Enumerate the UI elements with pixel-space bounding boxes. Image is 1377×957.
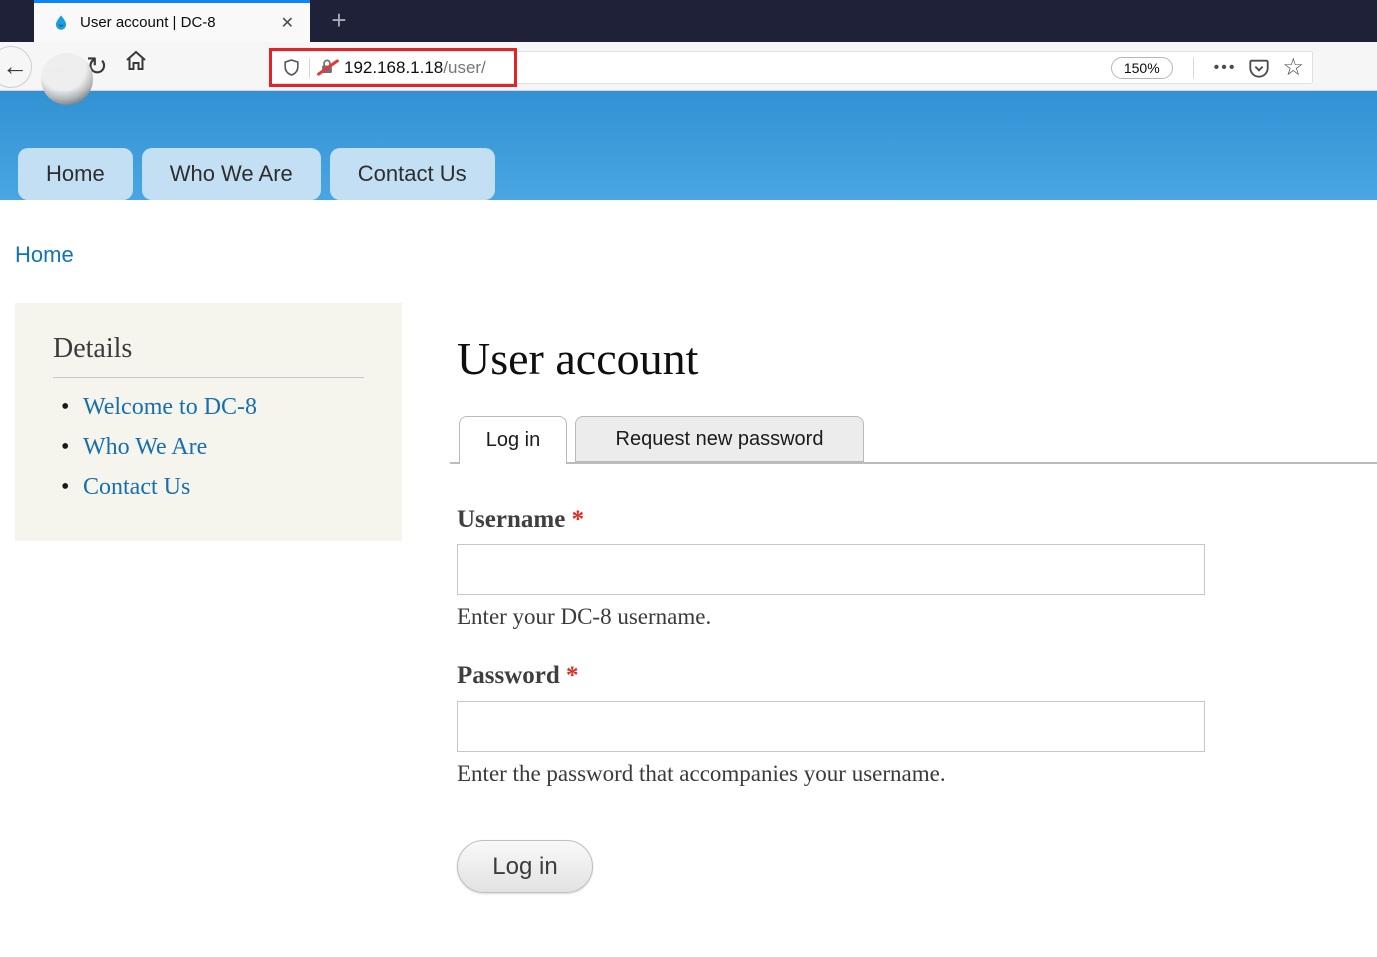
username-label-text: Username — [457, 506, 566, 533]
username-help-text: Enter your DC-8 username. — [457, 604, 712, 629]
password-label: Password * — [457, 662, 579, 690]
password-help-text: Enter the password that accompanies your… — [457, 761, 946, 786]
password-input[interactable] — [457, 701, 1205, 752]
back-arrow-icon[interactable]: ← — [2, 50, 28, 82]
urlbar-divider-right — [1192, 57, 1194, 78]
shield-icon[interactable] — [282, 58, 301, 77]
tab-request-new-password[interactable]: Request new password — [575, 416, 864, 462]
log-in-button[interactable]: Log in — [457, 840, 593, 893]
url-path: /user/ — [443, 57, 486, 77]
tab-title: User account | DC-8 — [80, 14, 216, 31]
sidebar-title: Details — [53, 333, 133, 364]
home-button[interactable] — [124, 48, 148, 80]
nav-tab-contact-us[interactable]: Contact Us — [329, 148, 495, 200]
pocket-icon[interactable] — [1248, 57, 1270, 79]
tab-log-in[interactable]: Log in — [459, 416, 567, 464]
list-item: Contact Us — [61, 474, 402, 501]
insecure-lock-icon[interactable] — [316, 58, 340, 78]
page-title: User account — [457, 333, 699, 384]
partial-logo-circle — [41, 53, 93, 105]
browser-window: User account | DC-8 ✕ + ← → ↻ 192.168.1.… — [0, 0, 1377, 957]
tabs-underline — [450, 462, 1377, 464]
browser-tab-strip: User account | DC-8 ✕ + — [0, 0, 1377, 42]
url-host: 192.168.1.18 — [344, 57, 444, 77]
sidebar-link-contact-us[interactable]: Contact Us — [83, 474, 190, 500]
sidebar-divider — [53, 377, 364, 378]
username-input[interactable] — [457, 544, 1205, 595]
page-actions-icon[interactable]: ••• — [1214, 59, 1237, 77]
password-label-text: Password — [457, 662, 560, 689]
sidebar-details-block: Details Welcome to DC-8 Who We Are Conta… — [15, 303, 402, 541]
nav-tab-who-we-are[interactable]: Who We Are — [141, 148, 321, 200]
breadcrumb-home-link[interactable]: Home — [15, 242, 74, 268]
sidebar-link-welcome[interactable]: Welcome to DC-8 — [83, 394, 257, 420]
sidebar-menu: Welcome to DC-8 Who We Are Contact Us — [61, 394, 402, 501]
address-bar[interactable]: 192.168.1.18/user/ 150% ••• ☆ — [271, 51, 1313, 84]
new-tab-button[interactable]: + — [322, 4, 356, 38]
list-item: Welcome to DC-8 — [61, 394, 402, 421]
nav-tab-home[interactable]: Home — [18, 148, 133, 200]
username-required-marker: * — [571, 506, 585, 533]
list-item: Who We Are — [61, 434, 402, 461]
password-required-marker: * — [566, 662, 579, 689]
site-header: Home Who We Are Contact Us — [0, 91, 1377, 200]
username-label: Username * — [457, 506, 584, 534]
zoom-level-badge[interactable]: 150% — [1110, 56, 1173, 79]
main-nav: Home Who We Are Contact Us — [18, 148, 495, 200]
tab-close-icon[interactable]: ✕ — [275, 11, 300, 35]
bookmark-star-icon[interactable]: ☆ — [1282, 53, 1304, 82]
sidebar-link-who-we-are[interactable]: Who We Are — [83, 434, 207, 460]
drupal-favicon-icon — [52, 14, 70, 32]
urlbar-divider — [309, 57, 310, 78]
browser-tab[interactable]: User account | DC-8 ✕ — [34, 0, 310, 42]
